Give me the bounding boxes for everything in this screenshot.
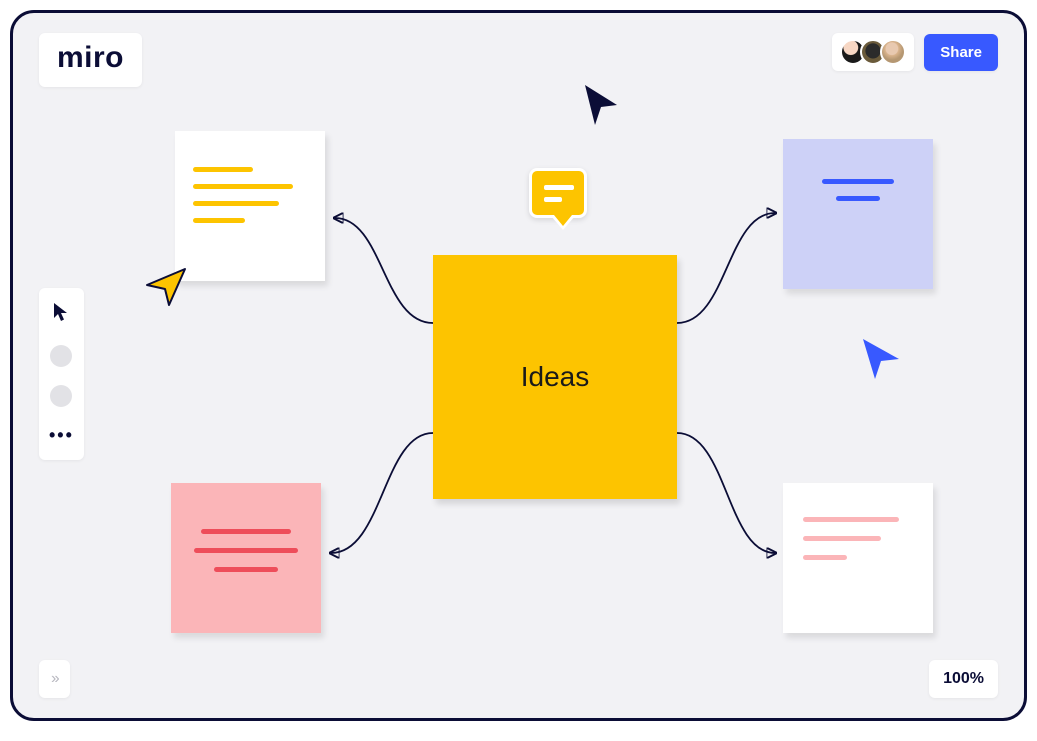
comment-icon[interactable] (529, 168, 587, 218)
note-content-lines (803, 517, 899, 560)
board-frame: miro Share ••• ›› 100% (10, 10, 1027, 721)
sticky-note-top-right[interactable] (783, 139, 933, 289)
sticky-note-center[interactable]: Ideas (433, 255, 677, 499)
board-canvas[interactable]: Ideas (13, 13, 1024, 718)
collaborator-cursor-yellow-icon (141, 265, 187, 312)
sticky-note-bottom-left[interactable] (171, 483, 321, 633)
note-content-lines (783, 179, 933, 201)
note-content-lines (171, 529, 321, 572)
collaborator-cursor-blue-icon (859, 337, 901, 386)
sticky-note-bottom-right[interactable] (783, 483, 933, 633)
note-content-lines (193, 167, 293, 223)
collaborator-cursor-dark-icon (581, 83, 621, 132)
sticky-note-text: Ideas (521, 361, 590, 393)
sticky-note-top-left[interactable] (175, 131, 325, 281)
